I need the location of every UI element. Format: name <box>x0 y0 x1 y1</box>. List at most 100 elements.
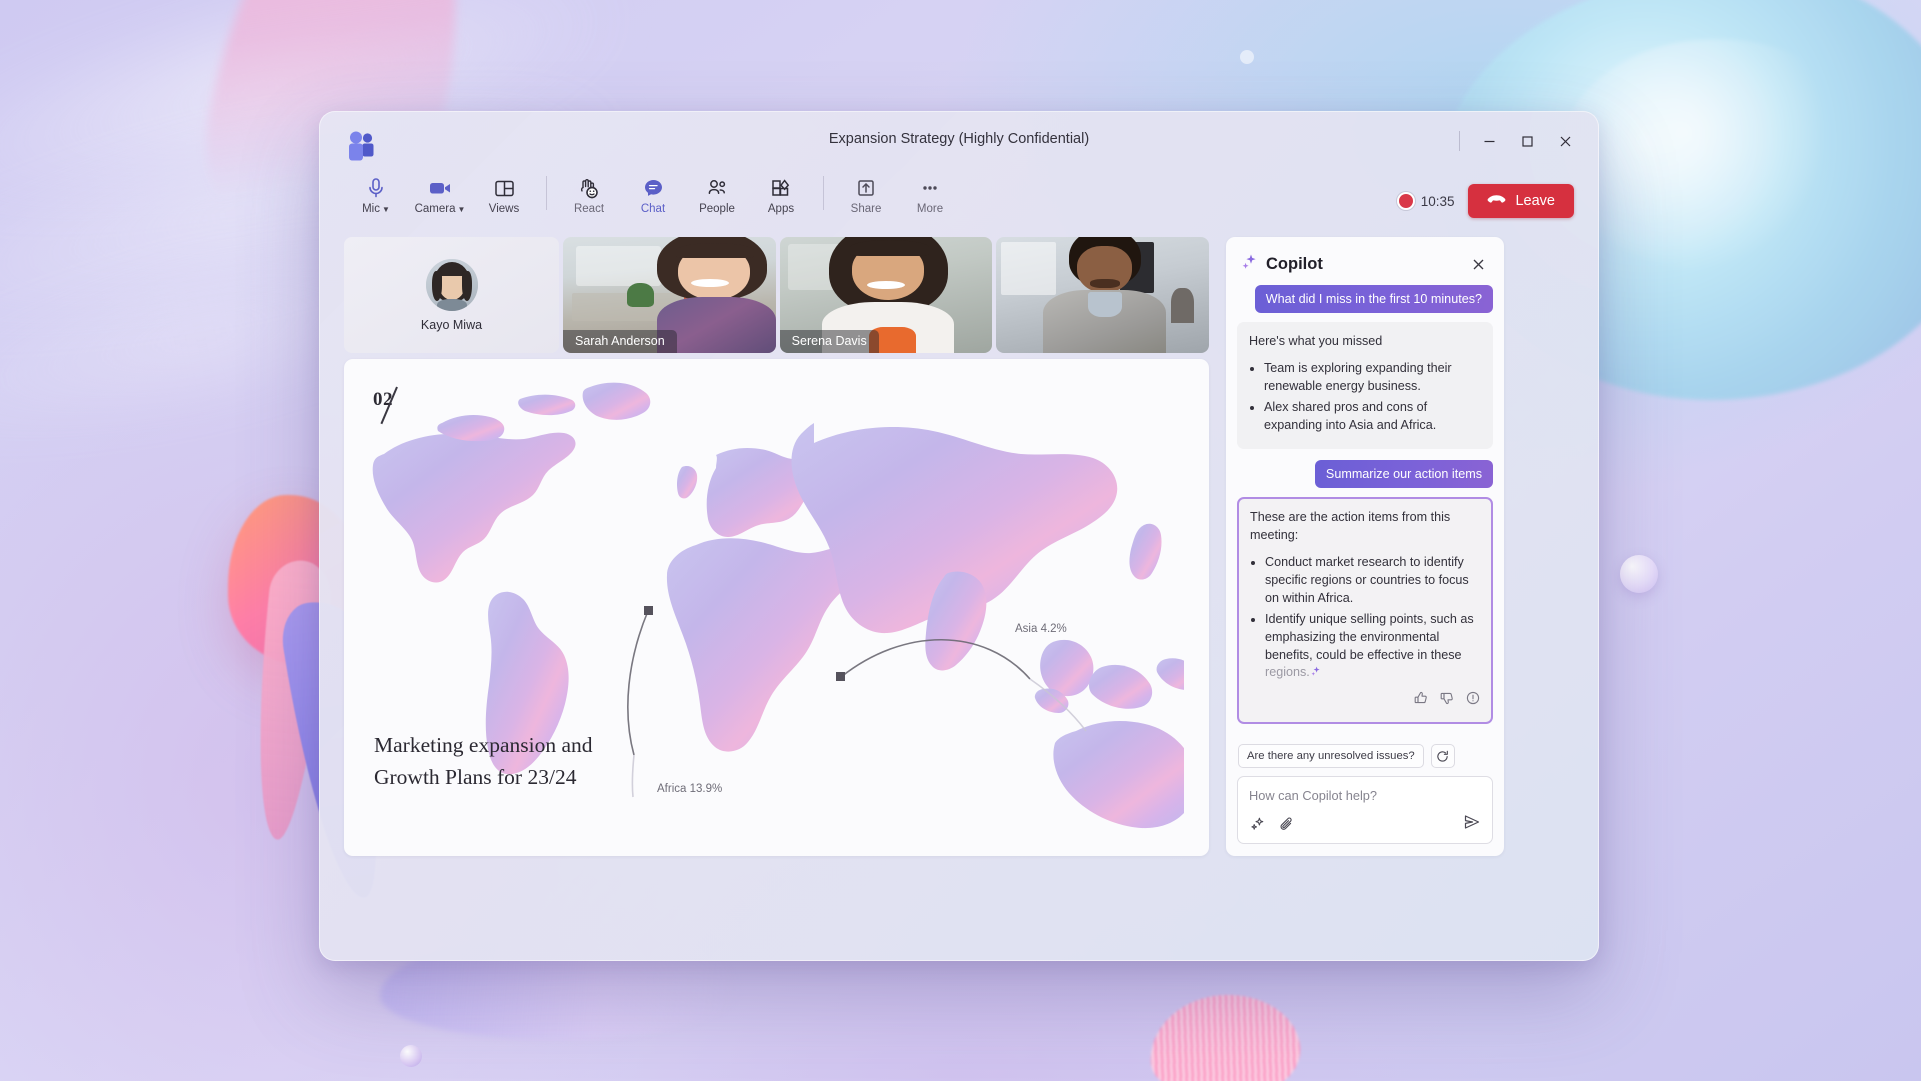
toolbar-group-primary: Mic ▼ Camera ▼ Views React Chat People A… <box>344 174 962 215</box>
sparkle-icon[interactable] <box>1249 816 1266 833</box>
close-button[interactable] <box>1546 124 1584 158</box>
people-icon <box>706 176 729 200</box>
stage-main: Kayo Miwa Sarah Anderson Serena Davis 02… <box>344 237 1210 856</box>
toolbar-item-apps[interactable]: Apps <box>749 174 813 215</box>
leave-button-label: Leave <box>1515 193 1555 209</box>
share-icon <box>856 176 876 200</box>
response-bullet: Conduct market research to identify spec… <box>1265 554 1480 608</box>
participant-tile-unnamed[interactable] <box>996 237 1210 353</box>
response-bullets: Conduct market research to identify spec… <box>1265 554 1480 682</box>
meeting-timer: 10:35 <box>1420 193 1455 209</box>
copilot-panel: Copilot What did I miss in the first 10 … <box>1226 237 1504 856</box>
toolbar-item-label: React <box>573 203 605 215</box>
chat-icon <box>643 176 664 200</box>
africa-marker <box>644 606 653 615</box>
participant-name-overlay: Serena Davis <box>779 330 879 353</box>
toolbar-label: Share <box>851 203 882 215</box>
toolbar-item-label: Camera <box>414 203 456 215</box>
response-feedback-actions <box>1250 691 1480 711</box>
presentation-slide[interactable]: 02 Marketing expansion and Growth Plans … <box>344 359 1209 856</box>
participant-tile-kayo-miwa[interactable]: Kayo Miwa <box>344 237 559 353</box>
meeting-stage: Kayo Miwa Sarah Anderson Serena Davis 02… <box>320 237 1598 856</box>
toolbar-item-chat[interactable]: Chat <box>621 174 685 215</box>
toolbar-item-label: Share <box>850 203 882 215</box>
toolbar-item-label: Chat <box>640 203 666 215</box>
participant-name-overlay: Sarah Anderson <box>563 330 677 353</box>
copilot-input-actions <box>1249 814 1481 835</box>
toolbar-label: People <box>699 203 735 215</box>
toolbar-group-right: 10:35 Leave <box>1398 174 1574 218</box>
toolbar-item-people[interactable]: People <box>685 174 749 215</box>
leave-button[interactable]: Leave <box>1468 184 1574 218</box>
microphone-icon <box>366 176 386 200</box>
bullet-text: Identify unique selling points, such as … <box>1265 611 1474 662</box>
thumbs-down-icon[interactable] <box>1440 691 1454 711</box>
copilot-title: Copilot <box>1266 254 1323 273</box>
toolbar-item-react[interactable]: React <box>557 174 621 215</box>
maximize-button[interactable] <box>1508 124 1546 158</box>
camera-icon <box>428 176 452 200</box>
participant-tiles: Kayo Miwa Sarah Anderson Serena Davis <box>344 237 1210 353</box>
toolbar-label: React <box>574 203 604 215</box>
apps-icon <box>770 176 792 200</box>
response-bullets: Team is exploring expanding their renewa… <box>1264 360 1481 435</box>
toolbar-divider <box>546 176 547 210</box>
toolbar-item-camera[interactable]: Camera ▼ <box>408 174 472 215</box>
participant-tile-serena-davis[interactable]: Serena Davis <box>779 237 993 353</box>
map-label-asia: Asia 4.2% <box>1015 623 1067 635</box>
toolbar-item-more[interactable]: More <box>898 174 962 215</box>
toolbar-item-label: Mic <box>362 203 380 215</box>
map-label-africa: Africa 13.9% <box>657 783 723 795</box>
response-intro: These are the action items from this mee… <box>1250 510 1451 543</box>
thumbs-up-icon[interactable] <box>1414 691 1428 711</box>
response-bullet: Identify unique selling points, such as … <box>1265 611 1480 683</box>
response-intro: Here's what you missed <box>1249 334 1383 348</box>
toolbar-label: Mic ▼ <box>362 203 390 215</box>
record-dot-icon <box>1398 194 1413 208</box>
response-bullet: Alex shared pros and cons of expanding i… <box>1264 399 1481 435</box>
participant-name: Kayo Miwa <box>420 317 483 332</box>
views-icon <box>494 176 515 200</box>
copilot-input-placeholder: How can Copilot help? <box>1249 788 1378 803</box>
toolbar-label: Camera ▼ <box>415 203 466 215</box>
copilot-action-items-card: These are the action items from this mee… <box>1237 497 1493 725</box>
report-icon[interactable] <box>1466 691 1480 711</box>
phone-hangup-icon <box>1487 193 1506 209</box>
copilot-header: Copilot <box>1226 237 1504 285</box>
bg-pink-mesh <box>1146 989 1304 1081</box>
response-bullet: Team is exploring expanding their renewa… <box>1264 360 1481 396</box>
bg-bubble <box>1240 50 1254 64</box>
window-title: Expansion Strategy (Highly Confidential) <box>828 131 1090 147</box>
toolbar-divider <box>823 176 824 210</box>
meeting-toolbar: Mic ▼ Camera ▼ Views React Chat People A… <box>320 174 1598 237</box>
react-hand-icon <box>578 176 600 200</box>
recording-indicator: 10:35 <box>1398 193 1455 209</box>
toolbar-item-share[interactable]: Share <box>834 174 898 215</box>
copilot-sparkle-icon <box>1240 253 1258 276</box>
window-controls <box>1459 124 1584 158</box>
chevron-down-icon: ▼ <box>457 205 466 214</box>
copilot-suggestions: Are there any unresolved issues? <box>1226 739 1504 776</box>
streaming-word: regions. <box>1265 665 1310 680</box>
copilot-user-message: Summarize our action items <box>1314 460 1493 489</box>
asia-marker <box>836 672 845 681</box>
streaming-sparkle-icon <box>1310 665 1321 683</box>
copilot-response-card: Here's what you missed Team is exploring… <box>1237 322 1493 450</box>
toolbar-item-mic[interactable]: Mic ▼ <box>344 174 408 215</box>
teams-meeting-window: Expansion Strategy (Highly Confidential) <box>319 111 1599 961</box>
paperclip-icon[interactable] <box>1279 816 1295 833</box>
copilot-close-button[interactable] <box>1465 251 1491 277</box>
refresh-suggestions-button[interactable] <box>1430 744 1455 768</box>
more-icon <box>919 176 941 200</box>
minimize-button[interactable] <box>1470 124 1508 158</box>
copilot-input-area[interactable]: How can Copilot help? <box>1237 776 1493 844</box>
participant-tile-sarah-anderson[interactable]: Sarah Anderson <box>563 237 776 353</box>
toolbar-label: More <box>917 203 943 215</box>
send-icon[interactable] <box>1463 814 1481 835</box>
avatar <box>425 258 478 311</box>
slide-title: Marketing expansion and Growth Plans for… <box>374 732 593 790</box>
toolbar-label: Apps <box>768 203 794 215</box>
copilot-user-message: What did I miss in the first 10 minutes? <box>1254 285 1493 313</box>
suggestion-chip[interactable]: Are there any unresolved issues? <box>1238 744 1424 768</box>
toolbar-item-views[interactable]: Views <box>472 174 536 215</box>
